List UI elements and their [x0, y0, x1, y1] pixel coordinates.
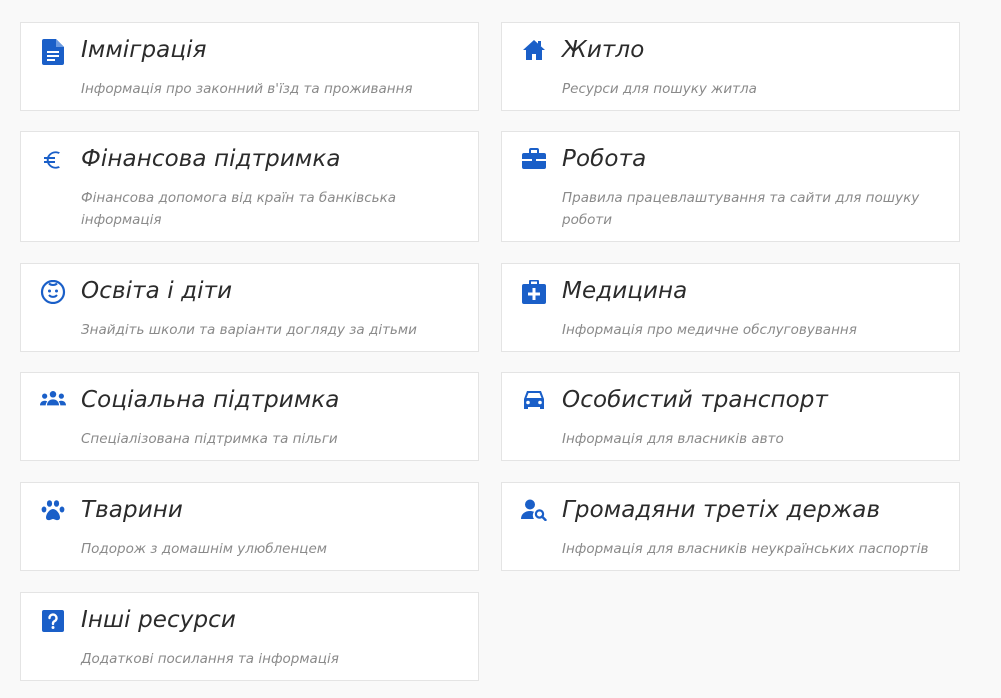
document-icon [40, 39, 66, 65]
card-title: Соціальна підтримка [81, 387, 340, 413]
card-medicine[interactable]: Медицина Інформація про медичне обслугов… [501, 263, 960, 352]
card-financial-support[interactable]: Фінансова підтримка Фінансова допомога в… [20, 131, 479, 242]
card-description: Ресурси для пошуку житла [562, 81, 757, 97]
card-personal-transport[interactable]: Особистий транспорт Інформація для власн… [501, 372, 960, 461]
briefcase-icon [521, 148, 547, 174]
card-description: Додаткові посилання та інформація [81, 651, 339, 667]
card-third-country-citizens[interactable]: Громадяни третіх держав Інформація для в… [501, 482, 960, 571]
card-title: Медицина [562, 278, 688, 304]
card-description: Інформація про медичне обслуговування [562, 322, 857, 338]
question-icon [40, 609, 66, 635]
card-animals[interactable]: Тварини Подорож з домашнім улюбленцем [20, 482, 479, 571]
card-title: Фінансова підтримка [81, 146, 341, 172]
card-title: Тварини [81, 497, 183, 523]
card-title: Особистий транспорт [562, 387, 828, 413]
medical-kit-icon [521, 280, 547, 306]
paw-icon [40, 499, 66, 525]
card-title: Громадяни третіх держав [562, 497, 881, 523]
card-education-children[interactable]: Освіта і діти Знайдіть школи та варіанти… [20, 263, 479, 352]
card-description: Інформація для власників неукраїнських п… [562, 541, 929, 557]
card-immigration[interactable]: Імміграція Інформація про законний в'їзд… [20, 22, 479, 111]
card-housing[interactable]: Житло Ресурси для пошуку житла [501, 22, 960, 111]
card-description: Правила працевлаштування та сайти для по… [562, 190, 920, 228]
group-icon [40, 389, 66, 415]
card-work[interactable]: Робота Правила працевлаштування та сайти… [501, 131, 960, 242]
baby-face-icon [40, 280, 66, 306]
card-description: Інформація для власників авто [562, 431, 784, 447]
card-title: Освіта і діти [81, 278, 233, 304]
card-title: Імміграція [81, 37, 207, 63]
card-other-resources[interactable]: Інші ресурси Додаткові посилання та інфо… [20, 592, 479, 681]
person-search-icon [521, 499, 547, 525]
car-icon [521, 389, 547, 415]
home-icon [521, 39, 547, 65]
card-description: Подорож з домашнім улюбленцем [81, 541, 327, 557]
card-title: Інші ресурси [81, 607, 236, 633]
euro-icon [40, 148, 66, 174]
card-title: Житло [562, 37, 645, 63]
card-description: Фінансова допомога від країн та банківсь… [81, 190, 396, 228]
card-social-support[interactable]: Соціальна підтримка Спеціалізована підтр… [20, 372, 479, 461]
card-description: Інформація про законний в'їзд та прожива… [81, 81, 413, 97]
card-title: Робота [562, 146, 647, 172]
card-description: Спеціалізована підтримка та пільги [81, 431, 338, 447]
card-description: Знайдіть школи та варіанти догляду за ді… [81, 322, 417, 338]
